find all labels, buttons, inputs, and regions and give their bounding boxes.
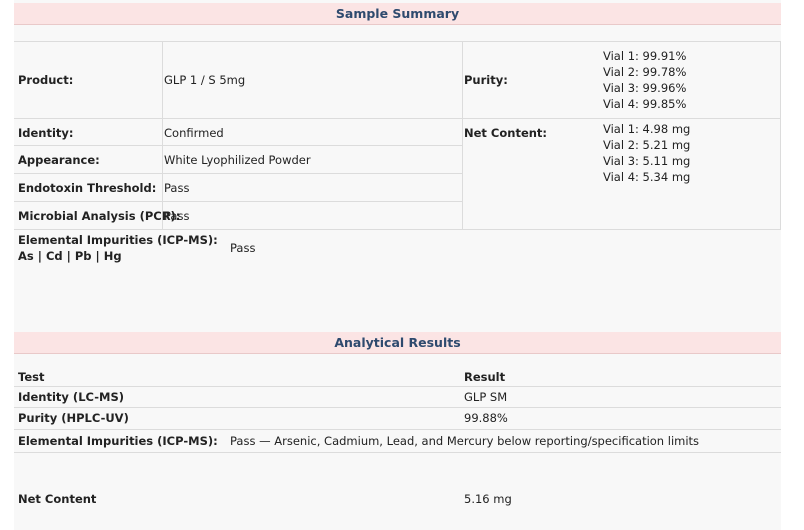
grid-line	[780, 41, 781, 229]
purity-values: Vial 1: 99.91% Vial 2: 99.78% Vial 3: 99…	[603, 48, 686, 112]
product-value: GLP 1 / S 5mg	[164, 73, 246, 87]
purity-vial-1: Vial 1: 99.91%	[603, 49, 687, 63]
grid-line	[14, 118, 781, 119]
appearance-value: White Lyophilized Powder	[164, 153, 311, 167]
elemental-value: Pass	[230, 241, 256, 255]
endotoxin-value: Pass	[164, 181, 190, 195]
report-page: Sample Summary Product: GLP 1 / S 5mg Pu…	[14, 0, 781, 530]
purity-vial-3: Vial 3: 99.96%	[603, 81, 687, 95]
result-row-value: Pass — Arsenic, Cadmium, Lead, and Mercu…	[230, 434, 700, 448]
net-content-vial-4: Vial 4: 5.34 mg	[603, 170, 691, 184]
microbial-value: Pass	[164, 209, 190, 223]
product-label: Product:	[18, 73, 74, 87]
grid-line	[14, 41, 781, 42]
analytical-results-heading: Analytical Results	[14, 332, 781, 354]
col-header-result: Result	[464, 370, 506, 384]
endotoxin-label: Endotoxin Threshold:	[18, 181, 157, 195]
elemental-label-line1: Elemental Impurities (ICP-MS):	[18, 233, 218, 247]
net-content-vial-1: Vial 1: 4.98 mg	[603, 122, 691, 136]
identity-value: Confirmed	[164, 126, 224, 140]
result-row-test: Identity (LC-MS)	[18, 390, 124, 404]
result-row-test: Net Content	[18, 492, 97, 506]
col-header-test: Test	[18, 370, 45, 384]
grid-line	[14, 229, 781, 230]
elemental-label-line2: As | Cd | Pb | Hg	[18, 249, 122, 263]
elemental-label: Elemental Impurities (ICP-MS): As | Cd |…	[18, 232, 218, 264]
identity-label: Identity:	[18, 126, 74, 140]
grid-line	[162, 41, 163, 229]
grid-line	[462, 41, 463, 229]
result-row-test: Elemental Impurities (ICP-MS):	[18, 434, 218, 448]
grid-line	[14, 452, 781, 453]
result-row-value: 5.16 mg	[464, 492, 512, 506]
result-row-value: GLP SM	[464, 390, 508, 404]
grid-line	[14, 407, 781, 408]
grid-line	[14, 386, 781, 387]
net-content-values: Vial 1: 4.98 mg Vial 2: 5.21 mg Vial 3: …	[603, 121, 690, 185]
appearance-label: Appearance:	[18, 153, 100, 167]
net-content-vial-2: Vial 2: 5.21 mg	[603, 138, 691, 152]
net-content-vial-3: Vial 3: 5.11 mg	[603, 154, 691, 168]
purity-label: Purity:	[464, 73, 508, 87]
result-row-value: 99.88%	[464, 411, 508, 425]
microbial-label: Microbial Analysis (PCR):	[18, 209, 181, 223]
result-row-test: Purity (HPLC-UV)	[18, 411, 129, 425]
grid-line	[14, 429, 781, 430]
purity-vial-4: Vial 4: 99.85%	[603, 97, 687, 111]
purity-vial-2: Vial 2: 99.78%	[603, 65, 687, 79]
sample-summary-heading: Sample Summary	[14, 3, 781, 25]
grid-line	[14, 201, 462, 202]
grid-line	[14, 145, 462, 146]
net-content-label: Net Content:	[464, 126, 548, 140]
grid-line	[14, 173, 462, 174]
